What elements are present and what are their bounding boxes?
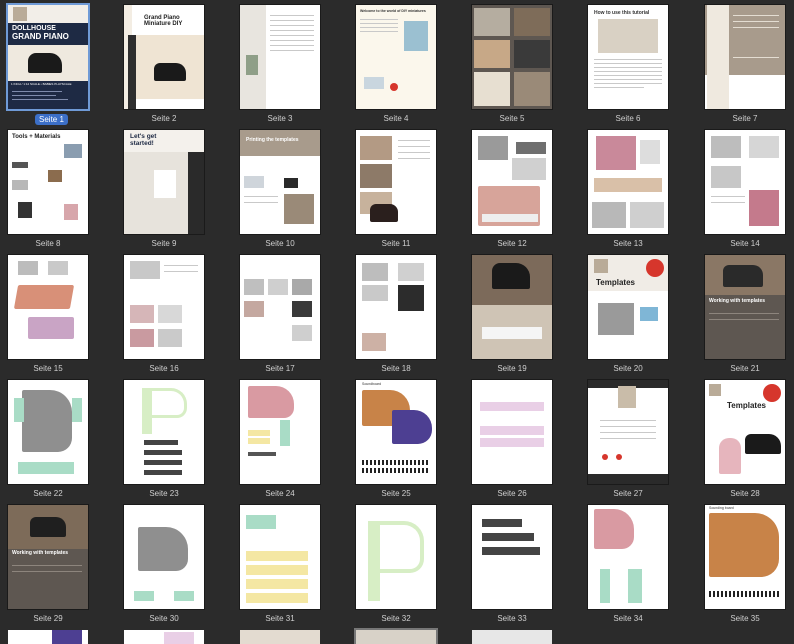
- page-preview[interactable]: Welcome to the world of DIY miniatures: [356, 5, 436, 109]
- page-preview[interactable]: [588, 380, 668, 484]
- page-cover[interactable]: DOLLHOUSE GRAND PIANO 1 INCH / 1:12 SCAL…: [8, 5, 88, 109]
- page-label[interactable]: Seite 17: [222, 364, 338, 373]
- page-preview[interactable]: [356, 505, 436, 609]
- page-label[interactable]: Seite 30: [106, 614, 222, 623]
- page-preview[interactable]: [124, 255, 204, 359]
- cover-title-line2: GRAND PIANO: [12, 32, 69, 41]
- page-label[interactable]: Seite 25: [338, 489, 454, 498]
- page-preview[interactable]: Soundboard: [356, 380, 436, 484]
- page-preview[interactable]: [124, 380, 204, 484]
- page-preview[interactable]: Templates: [588, 255, 668, 359]
- page-title: Templates: [727, 401, 766, 410]
- page-preview[interactable]: [240, 380, 320, 484]
- page-title: Templates: [596, 278, 635, 287]
- page-preview[interactable]: [240, 5, 320, 109]
- page-preview[interactable]: [705, 130, 785, 234]
- page-label[interactable]: Seite 16: [106, 364, 222, 373]
- page-title: Soundboard: [362, 382, 382, 386]
- page-preview[interactable]: Let's get started!: [124, 130, 204, 234]
- page-label[interactable]: Seite 14: [687, 239, 794, 248]
- page-label[interactable]: Seite 18: [338, 364, 454, 373]
- page-preview[interactable]: [124, 505, 204, 609]
- page-label[interactable]: Seite 2: [106, 114, 222, 123]
- page-label[interactable]: Seite 7: [687, 114, 794, 123]
- page-title: Let's get started!: [130, 133, 157, 147]
- page-thumbnail-grid: DOLLHOUSE GRAND PIANO 1 INCH / 1:12 SCAL…: [0, 0, 794, 644]
- page-title: Grand Piano Miniature DIY: [144, 15, 183, 28]
- page-preview[interactable]: Sounding board: [705, 505, 785, 609]
- page-label[interactable]: Seite 6: [570, 114, 686, 123]
- page-label[interactable]: Seite 1: [35, 114, 68, 125]
- page-label[interactable]: Seite 10: [222, 239, 338, 248]
- page-label[interactable]: Seite 31: [222, 614, 338, 623]
- page-preview[interactable]: [8, 255, 88, 359]
- page-preview[interactable]: [472, 505, 552, 609]
- page-label[interactable]: Seite 11: [338, 239, 454, 248]
- page-title: Working with templates: [12, 550, 69, 556]
- page-preview[interactable]: Grand Piano Miniature DIY: [124, 5, 204, 109]
- cover-subtitle: 1 INCH / 1:12 SCALE • BABIES PLAYSCALE: [11, 82, 72, 86]
- page-label[interactable]: Seite 35: [687, 614, 794, 623]
- page-title: How to use this tutorial: [594, 10, 650, 16]
- page-label[interactable]: Seite 9: [106, 239, 222, 248]
- page-thumbnail-partial[interactable]: [356, 630, 436, 644]
- page-label[interactable]: Seite 8: [0, 239, 106, 248]
- page-thumbnail-partial[interactable]: [240, 630, 320, 644]
- page-preview[interactable]: [472, 5, 552, 109]
- page-label[interactable]: Seite 23: [106, 489, 222, 498]
- page-title: Tools + Materials: [12, 134, 61, 140]
- page-preview[interactable]: [472, 380, 552, 484]
- page-preview[interactable]: [356, 255, 436, 359]
- page-label[interactable]: Seite 29: [0, 614, 106, 623]
- page-label[interactable]: Seite 34: [570, 614, 686, 623]
- page-title: Welcome to the world of DIY miniatures: [360, 9, 426, 13]
- page-label[interactable]: Seite 24: [222, 489, 338, 498]
- page-preview[interactable]: [356, 130, 436, 234]
- page-label[interactable]: Seite 20: [570, 364, 686, 373]
- page-preview[interactable]: Templates: [705, 380, 785, 484]
- page-preview[interactable]: Tools + Materials: [8, 130, 88, 234]
- page-thumbnail-partial[interactable]: [472, 630, 552, 644]
- page-label[interactable]: Seite 32: [338, 614, 454, 623]
- page-title: Sounding board: [709, 506, 734, 510]
- page-preview[interactable]: [588, 505, 668, 609]
- page-title: Working with templates: [709, 298, 766, 304]
- page-preview[interactable]: Working with templates: [8, 505, 88, 609]
- page-label[interactable]: Seite 13: [570, 239, 686, 248]
- page-title: Printing the templates: [246, 137, 299, 143]
- page-preview[interactable]: Working with templates: [705, 255, 785, 359]
- page-preview[interactable]: Printing the templates: [240, 130, 320, 234]
- page-preview[interactable]: How to use this tutorial: [588, 5, 668, 109]
- page-label[interactable]: Seite 28: [687, 489, 794, 498]
- page-thumbnail-partial[interactable]: [8, 630, 88, 644]
- page-preview[interactable]: [240, 255, 320, 359]
- page-label[interactable]: Seite 22: [0, 489, 106, 498]
- page-label[interactable]: Seite 33: [454, 614, 570, 623]
- page-label[interactable]: Seite 26: [454, 489, 570, 498]
- page-label[interactable]: Seite 3: [222, 114, 338, 123]
- page-label[interactable]: Seite 4: [338, 114, 454, 123]
- page-label[interactable]: Seite 5: [454, 114, 570, 123]
- page-label[interactable]: Seite 15: [0, 364, 106, 373]
- page-preview[interactable]: [472, 130, 552, 234]
- page-preview[interactable]: [8, 380, 88, 484]
- page-preview[interactable]: [240, 505, 320, 609]
- page-label[interactable]: Seite 27: [570, 489, 686, 498]
- page-preview[interactable]: [588, 130, 668, 234]
- page-preview[interactable]: [705, 5, 785, 109]
- page-thumbnail-partial[interactable]: [124, 630, 204, 644]
- page-label[interactable]: Seite 21: [687, 364, 794, 373]
- page-label[interactable]: Seite 19: [454, 364, 570, 373]
- page-label[interactable]: Seite 12: [454, 239, 570, 248]
- page-preview[interactable]: [472, 255, 552, 359]
